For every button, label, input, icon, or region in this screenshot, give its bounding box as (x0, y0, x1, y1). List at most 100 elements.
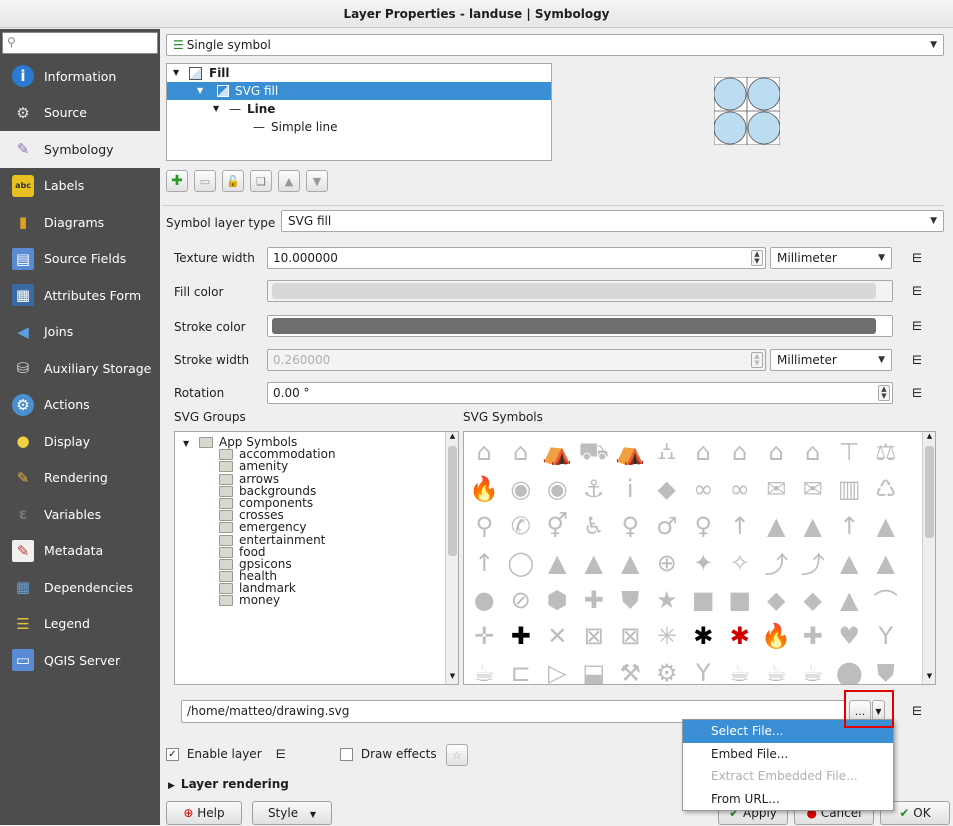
svg-symbol-cell[interactable]: ⌂ (466, 434, 503, 471)
scroll-up-icon[interactable]: ▲ (446, 432, 458, 444)
svg-symbol-cell[interactable]: 🔥 (466, 471, 503, 508)
svg-symbol-cell[interactable]: ⚓ (576, 471, 613, 508)
svg-symbol-cell[interactable]: ✳ (649, 618, 686, 655)
svg-symbol-cell[interactable]: ⛺ (612, 434, 649, 471)
svg-symbol-cell[interactable]: ☕ (466, 655, 503, 684)
svg-group-folder[interactable]: health (175, 570, 458, 583)
tree-row-line[interactable]: ▼ — Line (167, 100, 551, 118)
svg-symbol-cell[interactable]: ∞ (722, 471, 759, 508)
svg-symbol-cell[interactable]: ◆ (795, 581, 832, 618)
svg-symbol-cell[interactable]: ⌂ (722, 434, 759, 471)
svg-symbol-cell[interactable]: ✆ (503, 508, 540, 545)
svg-symbol-cell[interactable]: ◯ (503, 544, 540, 581)
scroll-thumb[interactable] (448, 446, 457, 556)
stroke-width-unit-select[interactable]: Millimeter ▼ (770, 349, 892, 371)
svg-symbol-cell[interactable]: ⬢ (539, 581, 576, 618)
main-scrollbar[interactable] (944, 205, 953, 805)
move-down-button[interactable]: ▼ (306, 170, 328, 192)
svg-symbol-cell[interactable]: ⛊ (868, 655, 905, 684)
sidebar-item-source[interactable]: ⚙ Source (0, 95, 160, 132)
svg-group-folder[interactable]: amenity (175, 460, 458, 473)
svg-symbol-cell[interactable]: ⛺ (539, 434, 576, 471)
lock-layer-button[interactable]: 🔓 (222, 170, 244, 192)
sidebar-item-variables[interactable]: ε Variables (0, 496, 160, 533)
svg-symbol-cell[interactable]: ⚒ (612, 655, 649, 684)
svg-symbol-cell[interactable]: ✱ (685, 618, 722, 655)
renderer-select[interactable]: ☰ Single symbol ▼ (166, 34, 944, 56)
svg-symbol-cell[interactable]: ⛼ (649, 434, 686, 471)
svg-symbol-cell[interactable]: ⌒ (868, 581, 905, 618)
svg-symbol-cell[interactable]: ● (466, 581, 503, 618)
svg-symbol-cell[interactable]: ✛ (466, 618, 503, 655)
scroll-thumb[interactable] (925, 446, 934, 538)
svg-group-folder[interactable]: components (175, 497, 458, 509)
add-symbol-layer-button[interactable]: ✚ (166, 170, 188, 192)
draw-effects-checkbox[interactable]: Draw effects (340, 747, 437, 761)
scroll-up-icon[interactable]: ▲ (923, 432, 935, 444)
svg-symbol-cell[interactable]: ⌂ (503, 434, 540, 471)
svg-symbol-cell[interactable]: ■ (722, 581, 759, 618)
svg-symbol-cell[interactable]: ⊠ (612, 618, 649, 655)
fill-color-button[interactable] (267, 280, 893, 302)
svg-symbol-cell[interactable]: ✚ (795, 618, 832, 655)
menu-item-embed-file[interactable]: Embed File... (683, 743, 893, 766)
svg-symbol-cell[interactable]: ☕ (722, 655, 759, 684)
svg-symbol-cell[interactable]: ✉ (758, 471, 795, 508)
svg-group-folder[interactable]: arrows (175, 473, 458, 485)
svg-group-folder[interactable]: crosses (175, 509, 458, 522)
svg-symbol-cell[interactable]: ♿ (576, 508, 613, 545)
svg-symbol-cell[interactable]: ♀ (612, 508, 649, 545)
data-defined-override-icon[interactable]: ⋿ (906, 280, 928, 302)
svg-symbol-cell[interactable]: ◆ (649, 471, 686, 508)
svg-symbol-cell[interactable]: ▲ (612, 544, 649, 581)
svg-symbol-cell[interactable]: ⬤ (831, 655, 868, 684)
sidebar-item-symbology[interactable]: ✎ Symbology (0, 131, 160, 168)
svg-symbol-cell[interactable]: ⌂ (685, 434, 722, 471)
enable-layer-checkbox[interactable]: ✓ Enable layer ⋿ (166, 747, 286, 761)
svg-symbol-cell[interactable]: ⊠ (576, 618, 613, 655)
svg-symbol-cell[interactable]: ▲ (539, 544, 576, 581)
tree-row-svg-fill[interactable]: ▼ SVG fill (167, 82, 551, 100)
spin-arrows-icon[interactable]: ▲ ▼ (751, 352, 763, 368)
svg-symbol-cell[interactable]: ⊤ (831, 434, 868, 471)
rotation-input[interactable]: 0.00 ° ▲ ▼ (267, 382, 893, 404)
sidebar-item-information[interactable]: i Information (0, 58, 160, 95)
sidebar-item-qgis-server[interactable]: ▭ QGIS Server (0, 642, 160, 679)
svg-symbol-cell[interactable]: ♂ (649, 508, 686, 545)
svg-group-folder[interactable]: money (175, 594, 458, 607)
move-up-button[interactable]: ▲ (278, 170, 300, 192)
svg-symbol-cell[interactable]: ☕ (795, 655, 832, 684)
tree-row-simple-line[interactable]: — Simple line (167, 118, 551, 136)
svg-symbol-cell[interactable]: ◆ (758, 581, 795, 618)
svg-symbol-cell[interactable]: ⌂ (795, 434, 832, 471)
sidebar-item-rendering[interactable]: ✎ Rendering (0, 460, 160, 497)
svg-symbol-cell[interactable]: 🔥 (758, 618, 795, 655)
svg-symbol-cell[interactable]: ▥ (831, 471, 868, 508)
sidebar-item-attributes-form[interactable]: ▦ Attributes Form (0, 277, 160, 314)
stroke-color-button[interactable] (267, 315, 893, 337)
symbol-layer-type-select[interactable]: SVG fill ▼ (281, 210, 944, 232)
svg-symbol-cell[interactable]: ⊏ (503, 655, 540, 684)
help-button[interactable]: ⊕ Help (166, 801, 242, 825)
svg-symbol-cell[interactable]: ⤴ (795, 544, 832, 581)
svg-symbol-cell[interactable]: ⚲ (466, 508, 503, 545)
svg-group-folder[interactable]: entertainment (175, 534, 458, 546)
svg-symbol-cell[interactable]: ↑ (722, 508, 759, 545)
svg-symbol-cell[interactable]: Y (868, 618, 905, 655)
svg-symbol-cell[interactable]: ▲ (831, 581, 868, 618)
svg-symbol-cell[interactable]: ◉ (539, 471, 576, 508)
svg-symbol-cell[interactable]: ✕ (539, 618, 576, 655)
svg-symbol-cell[interactable]: ■ (685, 581, 722, 618)
data-defined-override-icon[interactable]: ⋿ (906, 700, 928, 722)
svg-symbol-cell[interactable]: ▷ (539, 655, 576, 684)
data-defined-override-icon[interactable]: ⋿ (906, 247, 928, 269)
svg-group-folder[interactable]: backgrounds (175, 485, 458, 497)
svg-symbol-cell[interactable]: ∞ (685, 471, 722, 508)
svg-symbol-cell[interactable]: i (612, 471, 649, 508)
svg-group-folder[interactable]: gpsicons (175, 558, 458, 570)
svg-symbol-cell[interactable]: ✱ (722, 618, 759, 655)
svg-symbol-cell[interactable]: ↑ (466, 544, 503, 581)
svg-symbol-cell[interactable]: ▲ (795, 508, 832, 545)
data-defined-override-icon[interactable]: ⋿ (906, 349, 928, 371)
sidebar-item-joins[interactable]: ◀ Joins (0, 314, 160, 351)
